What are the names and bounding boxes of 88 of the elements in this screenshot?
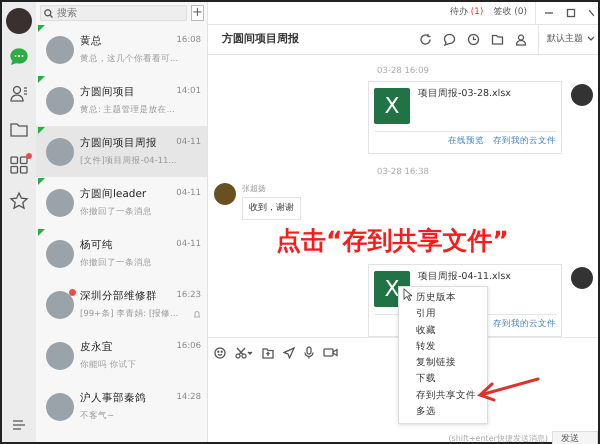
contact-name: 皮永宜 <box>80 340 113 355</box>
contact-name: 方圆间项目 <box>80 84 135 100</box>
add-button[interactable]: + <box>191 5 204 21</box>
folder-icon[interactable] <box>491 32 504 46</box>
send-button[interactable]: 发送 <box>552 430 598 444</box>
arrow-icon <box>476 376 540 402</box>
contact-name: 方圆间leader <box>80 186 146 202</box>
file-action-link[interactable]: 在线预览 <box>448 135 484 148</box>
maximize-icon[interactable] <box>566 8 576 18</box>
message-preview: 你能吗 你试下 <box>80 358 137 372</box>
message-time: 14:28 <box>176 390 201 404</box>
annotation-text: 点击“存到共享文件” <box>276 225 509 257</box>
file-action-link[interactable]: 存到我的云文件 <box>493 318 556 332</box>
message-preview: [99+条] 李青娟: [报修... <box>80 308 178 320</box>
avatar-photo-placeholder <box>46 240 74 268</box>
sender-avatar <box>571 84 593 106</box>
contacts-icon[interactable] <box>9 83 29 103</box>
message-time: 16:23 <box>176 288 201 302</box>
send-icon[interactable] <box>283 346 295 359</box>
scissors-icon[interactable] <box>235 346 253 359</box>
chat-list-item[interactable]: 沪人事部秦鸽 14:28 不客气~ <box>36 381 207 432</box>
refresh-icon[interactable] <box>419 32 432 46</box>
file-name: 项目周报-03-28.xlsx <box>418 88 511 101</box>
speech-bubble-icon[interactable] <box>443 32 456 46</box>
message-preview: 不客气~ <box>80 410 114 422</box>
chat-list-item[interactable]: 方圆间leader 04-11 你撤回了一条消息 <box>36 177 207 228</box>
message-time: 16:06 <box>176 340 201 353</box>
message-time: 16:08 <box>176 34 201 47</box>
menu-item[interactable]: 存到共享文件 <box>399 388 487 404</box>
search-field[interactable]: 搜索 <box>40 5 187 21</box>
avatar-photo-placeholder <box>46 188 74 216</box>
microphone-icon[interactable] <box>304 346 314 360</box>
message-preview: 黄总，这几个你看看可... <box>80 52 178 66</box>
message-preview: [文件]项目周报-04-11... <box>80 154 177 168</box>
menu-item[interactable]: 下载 <box>399 371 487 388</box>
avatar-photo-placeholder <box>46 36 74 64</box>
contact-name: 黄总 <box>80 34 102 49</box>
sign-label[interactable]: 签收 (0) <box>493 6 527 20</box>
message-time: 14:01 <box>176 84 201 98</box>
todo-label[interactable]: 待办 (1) <box>450 6 484 20</box>
members-icon[interactable] <box>515 32 528 46</box>
message-preview: 黄总: 主题管理是放在... <box>80 104 175 116</box>
search-icon <box>44 9 53 18</box>
sender-avatar <box>214 182 236 205</box>
chat-list-item[interactable]: 皮永宜 16:06 你能吗 你试下 <box>36 330 207 381</box>
message-bubble: 收到，谢谢 <box>242 196 301 220</box>
chat-list-item[interactable]: 杨可纯 04-11 你撤回了一条消息 <box>36 228 207 279</box>
video-camera-icon[interactable] <box>323 347 338 358</box>
avatar-photo-placeholder <box>46 342 74 370</box>
sender-name: 张超扬 <box>242 182 267 195</box>
sender-avatar <box>571 267 593 290</box>
apps-icon[interactable] <box>9 155 29 175</box>
file-name: 项目周报-04-11.xlsx <box>418 271 511 284</box>
contact-name: 杨可纯 <box>80 238 113 253</box>
message-preview: 你撤回了一条消息 <box>80 206 152 218</box>
chat-title: 方圆间项目周报 <box>222 31 300 48</box>
avatar-photo-placeholder <box>46 138 74 166</box>
message-preview: 你撤回了一条消息 <box>80 256 152 270</box>
menu-item[interactable]: 引用 <box>399 306 487 323</box>
user-avatar[interactable] <box>6 8 32 34</box>
menu-item[interactable]: 收藏 <box>399 322 487 339</box>
emoji-icon[interactable] <box>214 346 226 359</box>
chat-list-item[interactable]: 深圳分部维修群 16:23 [99+条] 李青娟: [报修... <box>36 279 207 330</box>
contact-name: 深圳分部维修群 <box>80 288 157 304</box>
shortcut-hint: (shift+enter快捷发送消息) <box>448 433 548 444</box>
chat-list-item[interactable]: 方圆间项目周报 04-11 [文件]项目周报-04-11... <box>36 126 207 177</box>
menu-icon[interactable] <box>11 418 27 432</box>
menu-item[interactable]: 多选 <box>399 404 487 420</box>
contact-name: 沪人事部秦鸽 <box>80 390 146 406</box>
avatar-photo-placeholder <box>46 392 74 420</box>
chat-list-item[interactable]: 黄总 16:08 黄总，这几个你看看可... <box>36 24 207 75</box>
menu-item[interactable]: 转发 <box>399 338 487 356</box>
clock-icon[interactable] <box>467 32 480 46</box>
theme-dropdown[interactable]: 默认主题 <box>538 25 598 54</box>
spreadsheet-icon: X <box>374 88 410 124</box>
timestamp: 03-28 16:09 <box>376 64 430 78</box>
file-action-link[interactable]: 存到我的云文件 <box>493 135 556 148</box>
timestamp: 03-28 16:38 <box>376 166 430 179</box>
message-time: 04-11 <box>176 238 201 251</box>
avatar-photo-placeholder <box>46 86 74 114</box>
chat-list-item[interactable]: 方圆间项目 14:01 黄总: 主题管理是放在... <box>36 75 207 126</box>
folder-upload-icon[interactable] <box>262 346 274 359</box>
contact-name: 方圆间项目周报 <box>80 136 157 151</box>
message-time: 04-11 <box>176 136 201 149</box>
star-icon[interactable] <box>9 191 29 211</box>
caret-icon <box>587 36 595 42</box>
menu-item[interactable]: 复制链接 <box>399 355 487 372</box>
message-time: 04-11 <box>176 186 201 200</box>
